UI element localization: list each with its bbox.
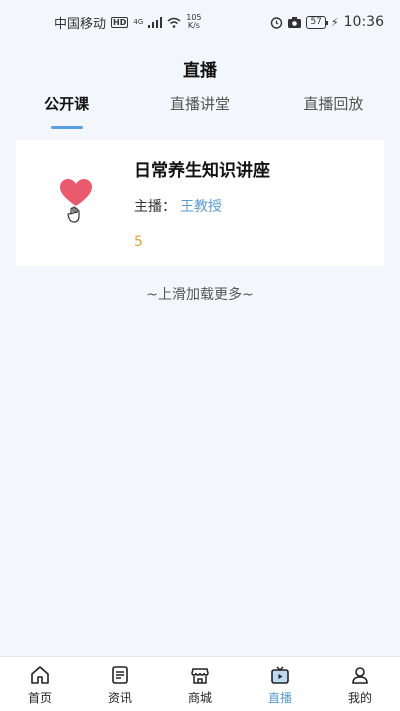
news-icon [112,666,128,684]
tab-mine[interactable]: 我的 [320,657,400,711]
tab-shop[interactable]: 商城 [160,657,240,711]
tab-news[interactable]: 资讯 [80,657,160,711]
tab-live-lecture[interactable]: 直播讲堂 [133,93,266,129]
tab-live-label: 直播 [267,691,292,705]
home-icon [31,666,49,684]
load-more-hint: ~上滑加载更多~ [146,287,254,303]
live-tv-icon [271,666,289,684]
lecture-title: 日常养生知识讲座 [134,161,270,181]
tab-shop-label: 商城 [187,691,212,705]
heart-hand-icon [60,179,92,223]
lecture-host: 主播： 王教授 [134,196,222,216]
battery-level: 57 [306,15,329,29]
tab-live[interactable]: 直播 [240,657,320,711]
tab-open-class[interactable]: 公开课 [0,93,133,129]
shop-icon [191,668,209,684]
lecture-card[interactable]: 日常养生知识讲座 主播： 王教授 5 [16,140,384,266]
wifi-icon [167,17,181,28]
tab-home[interactable]: 首页 [0,657,80,711]
host-name: 王教授 [180,199,222,215]
lecture-count: 5 [134,234,143,250]
host-label: 主播： [134,199,176,215]
hd-badge: HD [111,16,129,28]
signal-icon [148,16,163,28]
alarm-icon [271,16,283,29]
tab-news-label: 资讯 [107,691,132,705]
tab-mine-label: 我的 [347,691,372,705]
clock: 10:36 [343,14,384,30]
tab-bar-top: 公开课 直播讲堂 直播回放 [0,93,400,129]
charging-icon: ⚡ [330,15,339,29]
bottom-tab-bar: 首页 资讯 商城 直播 我的 [0,656,400,711]
status-bar: 中国移动 HD 4G 105 K/s 57 ⚡ 10:36 [0,0,400,44]
user-icon [352,667,368,684]
camera-icon [288,16,302,28]
network-speed: 105 K/s [186,13,202,30]
tab-home-label: 首页 [27,691,52,705]
tab-live-replay[interactable]: 直播回放 [267,93,400,129]
network-type: 4G [133,18,144,26]
page-title: 直播 [183,61,217,81]
carrier-name: 中国移动 [54,16,107,32]
